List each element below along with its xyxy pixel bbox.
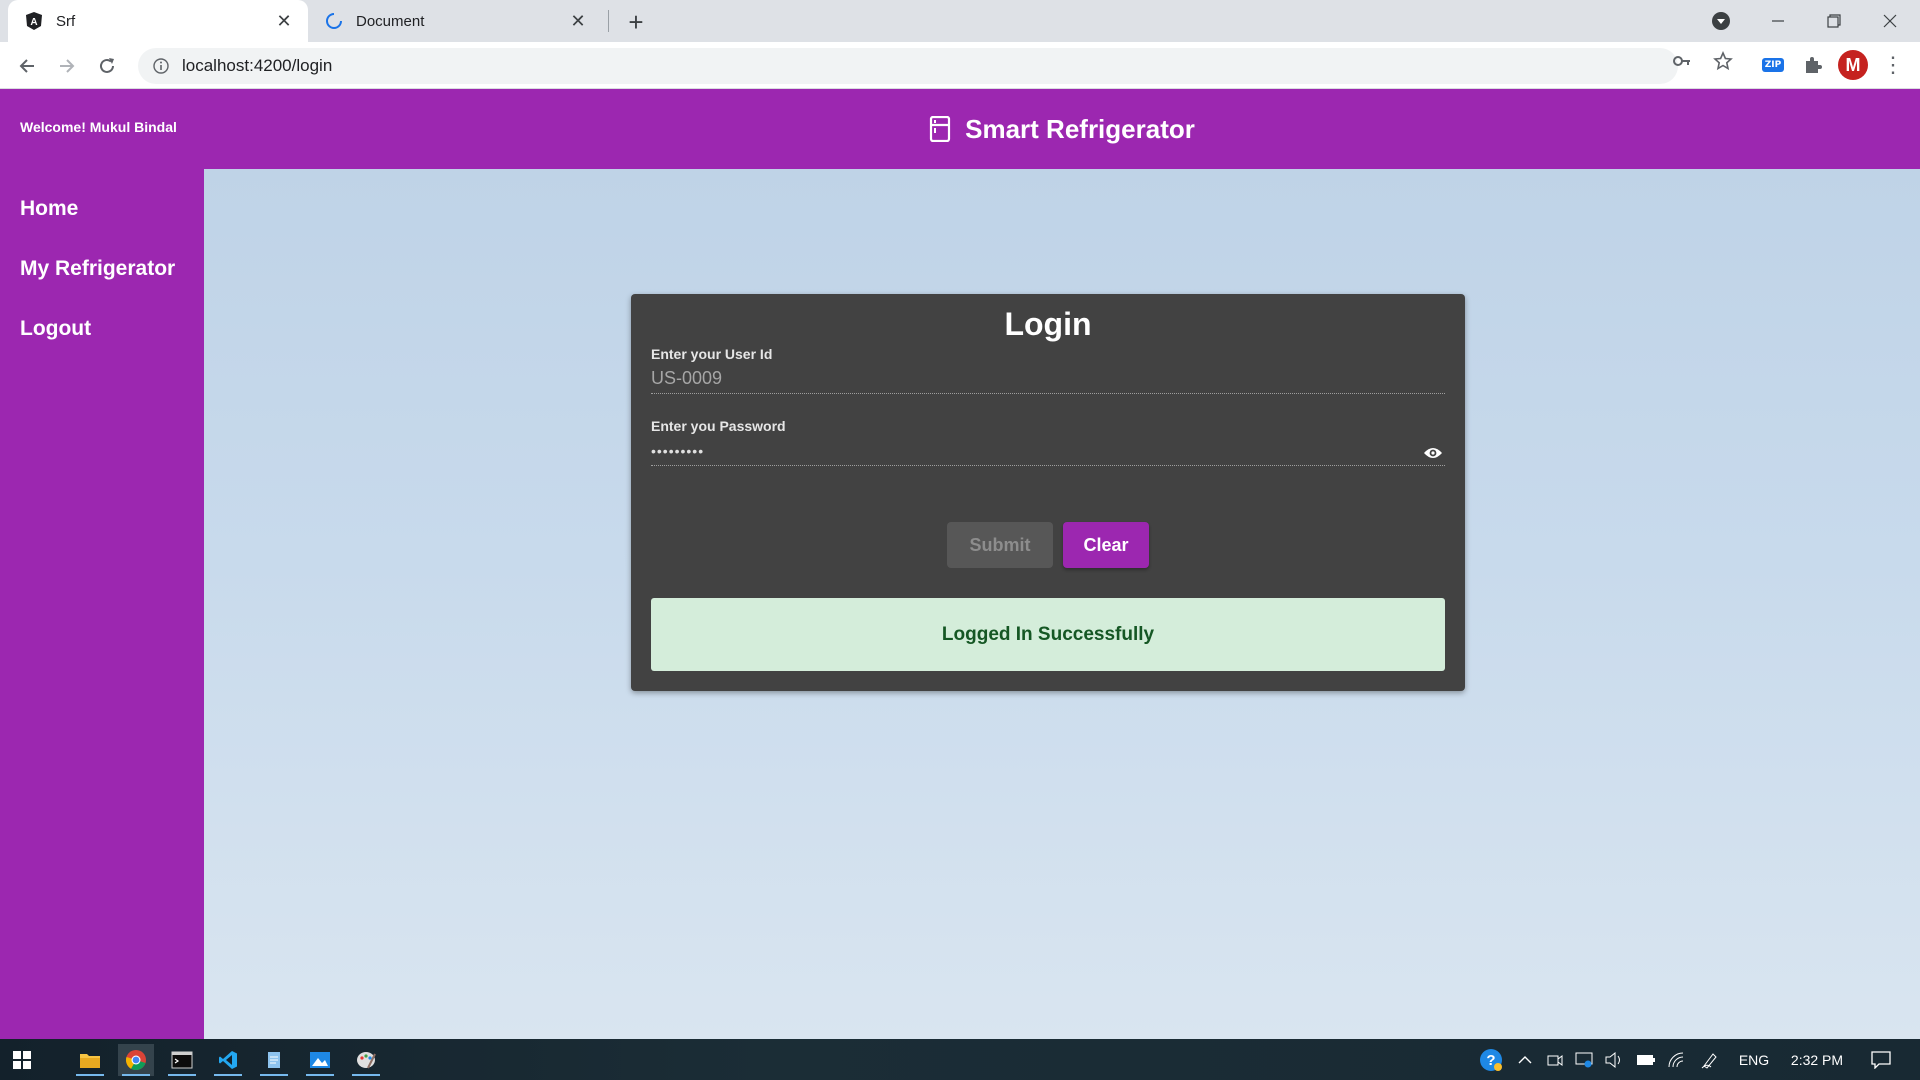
- url-text: localhost:4200/login: [182, 56, 333, 75]
- refrigerator-icon: [929, 115, 953, 143]
- star-bookmark-icon[interactable]: [1712, 50, 1734, 72]
- terminal-icon[interactable]: [164, 1044, 200, 1076]
- close-icon[interactable]: ✕: [568, 11, 588, 31]
- angular-icon: A: [24, 11, 44, 31]
- app-title: Smart Refrigerator: [965, 113, 1195, 144]
- browser-toolbar: localhost:4200/login ZIP M ⋮: [0, 42, 1920, 89]
- tab-document[interactable]: Document ✕: [312, 0, 602, 42]
- sidebar-item-home[interactable]: Home: [20, 197, 175, 224]
- tab-title: Srf: [56, 12, 76, 30]
- user-id-field-group: Enter your User Id: [651, 346, 1445, 394]
- volume-icon[interactable]: [1602, 1047, 1626, 1073]
- sidebar-item-my-refrigerator[interactable]: My Refrigerator: [20, 257, 175, 284]
- app-header: Smart Refrigerator: [204, 89, 1920, 169]
- reload-icon[interactable]: [92, 51, 122, 81]
- zip-extension-icon[interactable]: ZIP: [1760, 52, 1786, 78]
- address-bar[interactable]: localhost:4200/login: [138, 48, 1678, 84]
- chrome-taskbar-icon[interactable]: [118, 1044, 154, 1076]
- window-close-icon[interactable]: [1862, 0, 1918, 42]
- password-input[interactable]: [651, 436, 1445, 466]
- password-label: Enter you Password: [651, 418, 786, 434]
- new-tab-plus-icon[interactable]: +: [622, 7, 650, 37]
- app-root: Welcome! Mukul Bindal Home My Refrigerat…: [0, 89, 1920, 1039]
- login-heading: Login: [1004, 306, 1092, 342]
- pen-icon[interactable]: [1698, 1047, 1722, 1073]
- file-explorer-icon[interactable]: [72, 1044, 108, 1076]
- close-icon[interactable]: ✕: [274, 11, 294, 31]
- photos-icon[interactable]: [302, 1044, 338, 1076]
- network-icon[interactable]: [1572, 1047, 1596, 1073]
- welcome-text: Welcome! Mukul Bindal: [20, 119, 177, 135]
- button-row: Submit Clear: [631, 522, 1465, 568]
- success-alert: Logged In Successfully: [651, 598, 1445, 671]
- help-icon[interactable]: ?: [1476, 1047, 1506, 1073]
- submit-button[interactable]: Submit: [947, 522, 1053, 568]
- eye-visibility-icon[interactable]: [1423, 446, 1443, 462]
- tab-title: Document: [356, 12, 425, 30]
- notification-icon[interactable]: [1866, 1047, 1896, 1073]
- windows-taskbar: ? ENG 2:32 PM: [0, 1039, 1920, 1080]
- forward-arrow-icon[interactable]: [52, 51, 82, 81]
- info-icon[interactable]: [152, 57, 170, 75]
- minimize-icon[interactable]: [1750, 0, 1806, 42]
- chevron-up-icon[interactable]: [1514, 1047, 1536, 1073]
- battery-icon[interactable]: [1634, 1047, 1658, 1073]
- key-icon[interactable]: [1671, 50, 1693, 72]
- profile-avatar[interactable]: M: [1838, 50, 1868, 80]
- sidebar: Welcome! Mukul Bindal Home My Refrigerat…: [0, 89, 204, 1039]
- meet-icon[interactable]: [1544, 1047, 1566, 1073]
- clear-button[interactable]: Clear: [1063, 522, 1149, 568]
- notepad-icon[interactable]: [256, 1044, 292, 1076]
- user-id-input[interactable]: [651, 364, 1445, 394]
- more-menu-icon[interactable]: ⋮: [1882, 52, 1904, 78]
- tab-search-icon[interactable]: [1710, 10, 1732, 32]
- user-id-label: Enter your User Id: [651, 346, 773, 362]
- sidebar-nav: Home My Refrigerator Logout: [20, 197, 175, 377]
- back-arrow-icon[interactable]: [12, 51, 42, 81]
- clock-time[interactable]: 2:32 PM: [1784, 1047, 1850, 1073]
- wifi-icon[interactable]: [1664, 1047, 1688, 1073]
- restore-icon[interactable]: [1806, 0, 1862, 42]
- svg-text:A: A: [30, 17, 37, 28]
- sidebar-item-logout[interactable]: Logout: [20, 317, 175, 344]
- language-indicator[interactable]: ENG: [1734, 1047, 1774, 1073]
- vscode-icon[interactable]: [210, 1044, 246, 1076]
- extensions-puzzle-icon[interactable]: [1800, 52, 1826, 78]
- password-field-group: Enter you Password: [651, 418, 1445, 466]
- paint-icon[interactable]: [348, 1044, 384, 1076]
- browser-tab-bar: A Srf ✕ Document ✕ +: [0, 0, 1920, 42]
- main-content: Login Enter your User Id Enter you Passw…: [204, 169, 1920, 1039]
- windows-start-icon[interactable]: [4, 1044, 40, 1076]
- tab-srf[interactable]: A Srf ✕: [8, 0, 308, 42]
- loading-spinner-icon: [324, 11, 344, 31]
- tab-separator: [608, 10, 609, 32]
- login-card: Login Enter your User Id Enter you Passw…: [631, 294, 1465, 691]
